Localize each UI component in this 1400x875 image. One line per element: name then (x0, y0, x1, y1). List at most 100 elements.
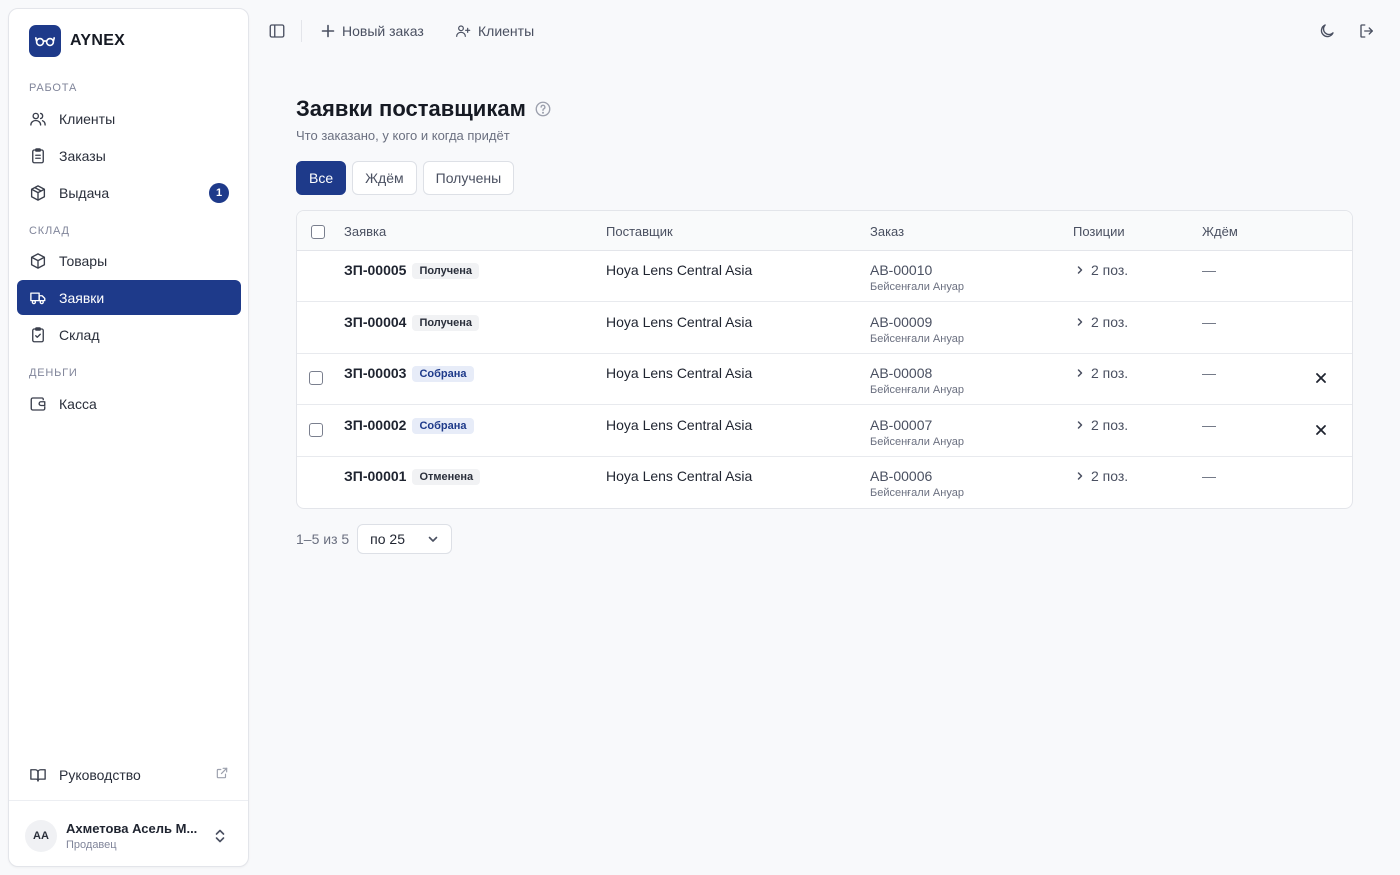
order-client-name: Бейсенғали Ануар (870, 435, 964, 448)
page-title-text: Заявки поставщикам (296, 96, 526, 121)
order-client-name: Бейсенғали Ануар (870, 332, 964, 345)
request-id-link[interactable]: ЗП-00005 (344, 262, 406, 278)
order-number-link[interactable]: АВ-00007 (870, 417, 964, 433)
issue-count-badge: 1 (209, 183, 229, 203)
user-name: Ахметова Асель М... (66, 821, 198, 836)
chevron-right-icon (1075, 471, 1085, 481)
table-row[interactable]: ЗП-00002 Собрана Hoya Lens Central Asia АВ-… (297, 406, 1352, 457)
user-role: Продавец (66, 839, 117, 851)
table-header: Заявка Поставщик Заказ Позиции Ждём (297, 211, 1352, 251)
table-row[interactable]: ЗП-00003 Собрана Hoya Lens Central Asia АВ-… (297, 354, 1352, 406)
sidebar-item-label: Заказы (59, 147, 106, 164)
status-badge: Получена (412, 263, 480, 279)
panel-left-icon (268, 22, 286, 40)
sidebar-item-label: Заявки (59, 289, 105, 306)
request-id-link[interactable]: ЗП-00003 (344, 365, 406, 381)
status-filter-tabs: Все Ждём Получены (296, 161, 515, 195)
supplier-cell: Hoya Lens Central Asia (606, 313, 753, 330)
sidebar-item-requests[interactable]: Заявки (17, 280, 241, 315)
avatar: АА (25, 820, 57, 852)
chevron-right-icon (1075, 368, 1085, 378)
sidebar-item-guide[interactable]: Руководство (17, 757, 241, 792)
chevron-down-icon (427, 533, 439, 545)
logout-button[interactable] (1356, 20, 1378, 42)
order-client-name: Бейсенғали Ануар (870, 281, 964, 293)
request-id-link[interactable]: ЗП-00004 (344, 314, 406, 330)
sidebar-item-issue[interactable]: Выдача 1 (17, 175, 241, 210)
positions-toggle[interactable]: 2 поз. (1075, 417, 1128, 433)
sidebar-item-orders[interactable]: Заказы (17, 138, 241, 173)
waiting-cell: — (1202, 365, 1216, 382)
moon-icon (1318, 22, 1336, 40)
select-all-checkbox[interactable] (311, 225, 325, 239)
positions-toggle[interactable]: 2 поз. (1075, 262, 1128, 278)
sidebar-divider (9, 800, 248, 801)
row-checkbox[interactable] (309, 371, 323, 386)
status-badge: Отменена (412, 469, 481, 486)
clients-button[interactable]: Клиенты (455, 18, 534, 44)
positions-count: 2 поз. (1091, 262, 1129, 278)
sidebar-item-clients[interactable]: Клиенты (17, 101, 241, 136)
cancel-request-button[interactable] (1314, 423, 1328, 437)
chevrons-up-down-icon (213, 828, 227, 847)
sidebar-item-cash[interactable]: Касса (17, 386, 241, 421)
request-id-link[interactable]: ЗП-00001 (344, 468, 406, 484)
chevron-right-icon (1075, 317, 1085, 327)
sidebar-item-goods[interactable]: Товары (17, 243, 241, 278)
truck-icon (28, 288, 48, 308)
table-row[interactable]: ЗП-00004 Получена Hoya Lens Central Asia АВ… (297, 303, 1352, 354)
positions-toggle[interactable]: 2 поз. (1075, 468, 1128, 484)
close-icon (1314, 371, 1328, 385)
order-number-link[interactable]: АВ-00008 (870, 365, 964, 381)
external-link-icon (215, 766, 229, 783)
help-circle-icon[interactable] (534, 100, 552, 118)
order-cell: АВ-00007 Бейсенғали Ануар (870, 417, 964, 448)
user-menu[interactable]: АА Ахметова Асель М... Продавец (25, 814, 233, 858)
filter-waiting-button[interactable]: Ждём (352, 161, 417, 195)
order-number-link[interactable]: АВ-00009 (870, 314, 964, 330)
column-header-waiting[interactable]: Ждём (1202, 224, 1238, 239)
status-badge: Получена (412, 314, 480, 331)
theme-toggle-button[interactable] (1316, 20, 1338, 42)
page-size-select[interactable]: по 25 (357, 524, 453, 554)
request-cell: ЗП-00005 Получена (344, 262, 480, 279)
close-icon (1314, 423, 1328, 437)
filter-all-button[interactable]: Все (296, 161, 347, 195)
clients-label: Клиенты (478, 23, 535, 39)
positions-toggle[interactable]: 2 поз. (1075, 314, 1128, 330)
sidebar-item-label: Товары (59, 252, 108, 269)
waiting-cell: — (1202, 313, 1216, 330)
column-header-supplier[interactable]: Поставщик (606, 224, 673, 239)
request-cell: ЗП-00001 Отменена (344, 468, 481, 486)
toggle-sidebar-button[interactable] (266, 20, 288, 42)
positions-toggle[interactable]: 2 поз. (1075, 365, 1128, 381)
sidebar-item-label: Выдача (59, 184, 110, 201)
sidebar-item-stock[interactable]: Склад (17, 317, 241, 352)
filter-received-button[interactable]: Получены (422, 161, 515, 195)
brand-name: AYNEX (70, 32, 126, 49)
table-row[interactable]: ЗП-00005 Получена Hoya Lens Central Asia АВ… (297, 251, 1352, 302)
waiting-cell: — (1202, 416, 1216, 433)
brand[interactable]: AYNEX (29, 25, 125, 57)
clipboard-check-icon (28, 325, 48, 345)
positions-count: 2 поз. (1091, 416, 1129, 433)
request-id-link[interactable]: ЗП-00002 (344, 417, 406, 433)
page-title: Заявки поставщикам (296, 96, 552, 122)
new-order-label: Новый заказ (342, 23, 424, 39)
new-order-button[interactable]: Новый заказ (321, 18, 424, 44)
column-header-positions[interactable]: Позиции (1073, 224, 1125, 239)
order-number-link[interactable]: АВ-00006 (870, 468, 964, 484)
column-header-order[interactable]: Заказ (870, 224, 904, 239)
order-number-link[interactable]: АВ-00010 (870, 262, 964, 278)
row-checkbox[interactable] (309, 422, 323, 437)
waiting-cell: — (1202, 468, 1216, 485)
table-row[interactable]: ЗП-00001 Отменена Hoya Lens Central Asia АВ… (297, 457, 1352, 508)
log-out-icon (1358, 22, 1376, 40)
cancel-request-button[interactable] (1314, 371, 1328, 385)
page-subtitle: Что заказано, у кого и когда придёт (296, 128, 510, 143)
plus-icon (321, 24, 335, 38)
nav-section-money: Деньги (29, 367, 78, 379)
column-header-request[interactable]: Заявка (344, 224, 386, 239)
supplier-cell: Hoya Lens Central Asia (606, 262, 753, 278)
chevron-right-icon (1075, 265, 1085, 275)
